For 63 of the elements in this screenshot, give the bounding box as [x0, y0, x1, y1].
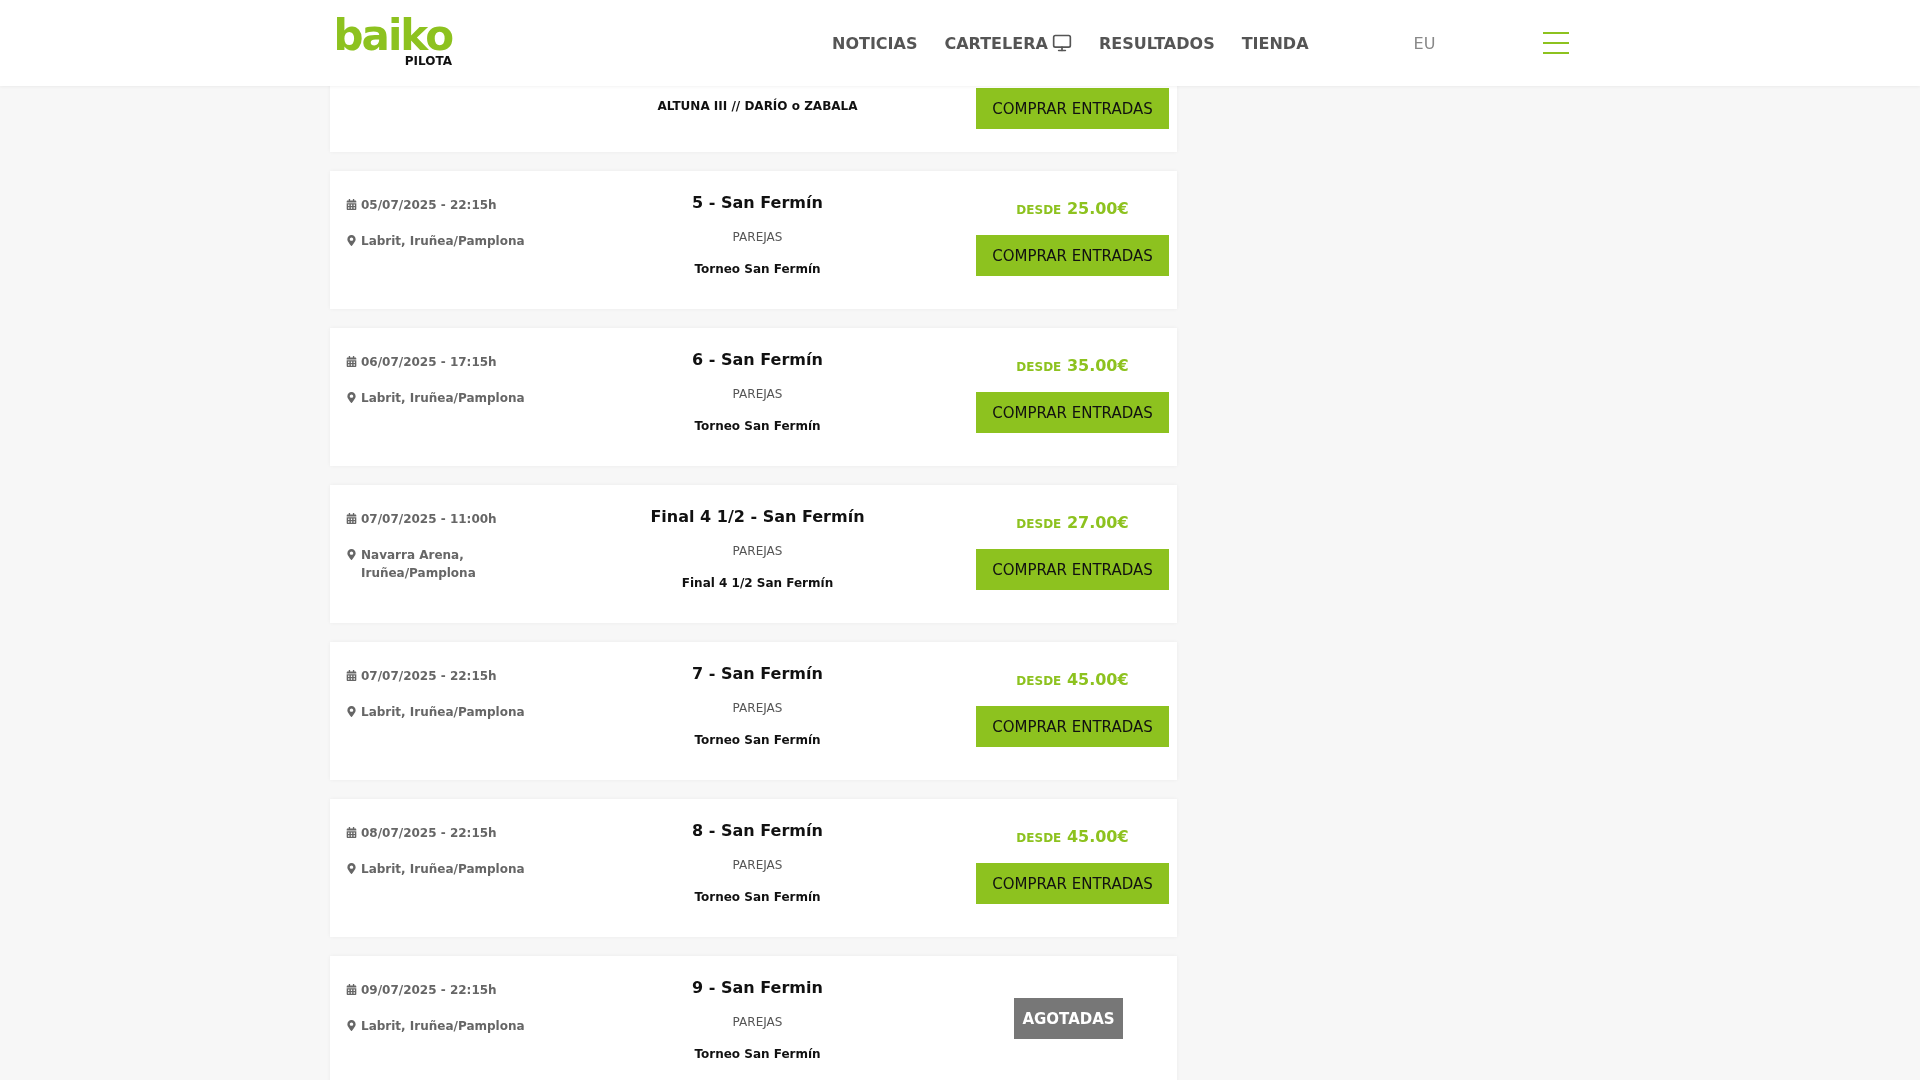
event-subtitle: Torneo San Fermín	[694, 890, 821, 904]
map-pin-icon	[346, 706, 357, 717]
event-date: 07/07/2025 - 22:15h	[346, 667, 551, 685]
price: DESDE 45.00€	[1016, 827, 1129, 848]
nav-link[interactable]: TIENDA	[1241, 33, 1309, 53]
event-category: PAREJAS	[732, 230, 783, 244]
calendar-icon	[346, 513, 357, 524]
event-title: 6 - San Fermín	[692, 350, 823, 371]
event-subtitle: Torneo San Fermín	[694, 262, 821, 276]
calendar-icon	[346, 984, 357, 995]
event-location: Navarra Arena, Iruñea/Pamplona	[346, 546, 551, 582]
event-category: PAREJAS	[732, 1015, 783, 1029]
calendar-icon	[346, 199, 357, 210]
price: DESDE 25.00€	[1016, 199, 1129, 220]
event-subtitle: Torneo San Fermín	[694, 419, 821, 433]
logo[interactable]: baiko PILOTA	[330, 18, 452, 68]
map-pin-icon	[346, 863, 357, 874]
buy-tickets-button[interactable]: COMPRAR ENTRADAS	[976, 88, 1169, 129]
menu-icon[interactable]	[1543, 31, 1570, 55]
nav-link[interactable]: CARTELERA	[944, 33, 1072, 53]
event-location: Labrit, Iruñea/Pamplona	[346, 1017, 551, 1035]
event-title: Final 4 1/2 - San Fermín	[650, 507, 865, 528]
buy-tickets-button[interactable]: COMPRAR ENTRADAS	[976, 235, 1169, 276]
event-date: 08/07/2025 - 22:15h	[346, 824, 551, 842]
event-subtitle: Final 4 1/2 San Fermín	[681, 576, 834, 590]
event-location: Labrit, Iruñea/Pamplona	[346, 703, 551, 721]
map-pin-icon	[346, 1020, 357, 1031]
event-title: 8 - San Fermín	[692, 821, 823, 842]
price: DESDE 45.00€	[1016, 670, 1129, 691]
event-subtitle: Torneo San Fermín	[694, 733, 821, 747]
event-location: Labrit, Iruñea/Pamplona	[346, 232, 551, 250]
event-category: PAREJAS	[732, 701, 783, 715]
event-date: 05/07/2025 - 22:15h	[346, 196, 551, 214]
event-date: 07/07/2025 - 11:00h	[346, 510, 551, 528]
buy-tickets-button[interactable]: COMPRAR ENTRADAS	[976, 549, 1169, 590]
buy-tickets-button[interactable]: COMPRAR ENTRADAS	[976, 863, 1169, 904]
buy-tickets-button[interactable]: COMPRAR ENTRADAS	[976, 392, 1169, 433]
event-title: 7 - San Fermín	[692, 664, 823, 685]
event-subtitle: Torneo San Fermín	[694, 1047, 821, 1061]
event-title: 5 - San Fermín	[692, 193, 823, 214]
buy-tickets-button[interactable]: COMPRAR ENTRADAS	[976, 706, 1169, 747]
event-category: PAREJAS	[732, 544, 783, 558]
map-pin-icon	[346, 235, 357, 246]
event-location: Labrit, Iruñea/Pamplona	[346, 389, 551, 407]
calendar-icon	[346, 356, 357, 367]
map-pin-icon	[346, 549, 357, 560]
event-category: PAREJAS	[732, 858, 783, 872]
event-location: Labrit, Iruñea/Pamplona	[346, 860, 551, 878]
price: DESDE 27.00€	[1016, 513, 1129, 534]
monitor-icon	[1051, 33, 1072, 53]
calendar-icon	[346, 827, 357, 838]
event-date: 06/07/2025 - 17:15h	[346, 353, 551, 371]
price: DESDE 35.00€	[1016, 356, 1129, 377]
language-link[interactable]: EU	[1413, 33, 1436, 53]
event-date: 09/07/2025 - 22:15h	[346, 981, 551, 999]
sold-out-button[interactable]: AGOTADAS	[1014, 998, 1123, 1039]
event-title: 9 - San Fermin	[692, 978, 823, 999]
nav-link[interactable]: NOTICIAS	[832, 33, 918, 53]
event-subtitle: ALTUNA III // DARÍO o ZABALA	[657, 99, 858, 113]
event-category: PAREJAS	[732, 387, 783, 401]
calendar-icon	[346, 670, 357, 681]
nav-link[interactable]: RESULTADOS	[1098, 33, 1215, 53]
map-pin-icon	[346, 392, 357, 403]
